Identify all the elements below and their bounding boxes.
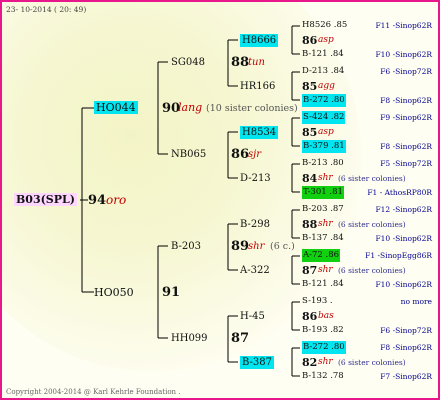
g5-name: agg [318, 81, 335, 91]
parent-note: (10 sister colonies) [206, 103, 298, 114]
g5-top-id: B-203 .87 [302, 204, 344, 214]
grandparent-id: NB065 [171, 149, 207, 160]
g5-top-id: H8526 .85 [302, 20, 348, 30]
root-number: 94 [88, 193, 107, 208]
g5-top-id: D-213 .84 [302, 66, 345, 76]
g5-bottom-id: B-121 .84 [302, 279, 344, 289]
g5-top-id: A-72 .86 [302, 249, 341, 262]
g5-top-id: S-424 .82 [302, 111, 346, 124]
g5-bottom-note: F8 -Sinop62R [380, 96, 432, 105]
g5-bottom-note: F1 - AthosRP80R [367, 188, 432, 197]
g5-number: 86 [302, 34, 318, 47]
g5-top-id: S-193 . [302, 296, 333, 306]
g5-number: 88 [302, 218, 318, 231]
date-stamp: 23- 10-2014 ( 20: 49) [6, 5, 87, 14]
g5-top-note: F5 -Sinop72R [380, 159, 432, 168]
g5-top-id: B-272 .80 [302, 341, 346, 354]
g5-bottom-note: F10 -Sinop62R [375, 234, 432, 243]
g5-number: 85 [302, 126, 318, 139]
great-grandparent-id: B-298 [240, 219, 270, 230]
g5-bottom-id: B-193 .82 [302, 325, 344, 335]
g5-number: 82 [302, 356, 318, 369]
g5-top-id: B-213 .80 [302, 158, 344, 168]
g5-name: shr [318, 357, 333, 367]
g5-bottom-note: F10 -Sinop62R [375, 50, 432, 59]
great-grandparent-id: HR166 [240, 81, 276, 92]
grandparent-id: B-203 [171, 241, 201, 252]
g5-top-note: F6 -Sinop72R [380, 67, 432, 76]
grandparent-number: 87 [231, 331, 250, 346]
grandparent-name: shr [248, 241, 265, 252]
g5-bottom-id: B-272 .80 [302, 94, 346, 107]
g5-bottom-id: B-137 .84 [302, 233, 344, 243]
g5-top-note: F9 -Sinop62R [380, 113, 432, 122]
g5-bottom-note: F6 -Sinop72R [380, 326, 432, 335]
grandparent-id: SG048 [171, 57, 205, 68]
grandparent-id: HH099 [171, 333, 208, 344]
g5-bottom-note: F10 -Sinop62R [375, 280, 432, 289]
g5-note: (6 sister colonies) [338, 266, 406, 275]
g5-number: 87 [302, 264, 318, 277]
g5-bottom-note: F8 -Sinop62R [380, 142, 432, 151]
g5-note: (6 sister colonies) [338, 220, 406, 229]
g5-bottom-id: B-379 .81 [302, 140, 346, 153]
great-grandparent-id: H8666 [240, 34, 279, 47]
g5-note: (6 sister colonies) [338, 358, 406, 367]
root-name: oro [106, 193, 127, 207]
g5-top-note: F12 -Sinop62R [375, 205, 432, 214]
pedigree-frame: 23- 10-2014 ( 20: 49) B03(SPL) 94 oro HO… [0, 0, 440, 400]
g5-name: bas [318, 311, 334, 321]
g5-bottom-id: B-132 .78 [302, 371, 344, 381]
great-grandparent-id: H-45 [240, 311, 265, 322]
grandparent-name: sjr [248, 149, 262, 160]
g5-bottom-id: B-121 .84 [302, 49, 344, 59]
parent-name: lang [178, 101, 203, 114]
g5-top-note: F8 -Sinop62R [380, 343, 432, 352]
g5-bottom-id: T-301 .81 [302, 186, 344, 199]
g5-top-note: no more [400, 297, 432, 306]
great-grandparent-id: D-213 [240, 173, 271, 184]
root-colony-id: B03(SPL) [14, 193, 77, 206]
grandparent-number: 86 [231, 147, 250, 162]
parent-id: HO050 [94, 286, 134, 299]
g5-name: shr [318, 219, 333, 229]
great-grandparent-id: A-322 [240, 265, 270, 276]
g5-note: (6 sister colonies) [338, 174, 406, 183]
g5-top-note: F11 -Sinop62R [375, 21, 432, 30]
grandparent-note: (6 c.) [270, 241, 295, 252]
grandparent-number: 89 [231, 239, 250, 254]
g5-number: 84 [302, 172, 318, 185]
parent-id: HO044 [94, 101, 138, 114]
great-grandparent-id: H8534 [240, 126, 279, 139]
g5-name: shr [318, 265, 333, 275]
parent-number: 91 [162, 285, 181, 300]
grandparent-name: tun [248, 57, 265, 68]
g5-number: 85 [302, 80, 318, 93]
g5-number: 86 [302, 310, 318, 323]
g5-top-note: F1 -SinopEgg86R [365, 251, 432, 260]
g5-name: shr [318, 173, 333, 183]
copyright-footer: Copyright 2004-2014 @ Karl Kehrle Founda… [6, 388, 181, 396]
grandparent-number: 88 [231, 55, 250, 70]
great-grandparent-id: B-387 [240, 356, 274, 369]
g5-name: asp [318, 35, 334, 45]
g5-bottom-note: F7 -Sinop62R [380, 372, 432, 381]
g5-name: asp [318, 127, 334, 137]
